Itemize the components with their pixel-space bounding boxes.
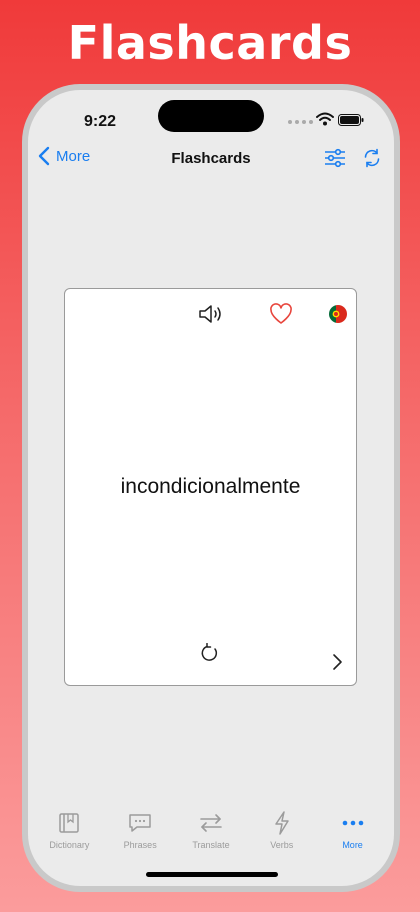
flashcard[interactable]: incondicionalmente <box>64 288 357 686</box>
tab-phrases[interactable]: Phrases <box>107 810 173 870</box>
card-word: incondicionalmente <box>120 475 301 498</box>
more-dots-icon <box>342 820 363 826</box>
tab-label: Translate <box>192 840 230 850</box>
bolt-icon <box>275 811 289 835</box>
tab-dictionary[interactable]: Dictionary <box>36 810 102 870</box>
speaker-icon[interactable] <box>198 303 224 325</box>
app-screen: 9:22 More Flashcards incondicionalmente … <box>28 90 394 886</box>
tab-label: Verbs <box>270 840 294 850</box>
phone-frame: 9:22 More Flashcards incondicionalmente … <box>22 84 400 892</box>
tab-more[interactable]: More <box>320 810 386 870</box>
tab-bar: Dictionary Phrases Translate Verbs More <box>28 810 394 870</box>
cellular-signal-icon <box>288 120 313 124</box>
home-indicator[interactable] <box>146 872 278 877</box>
filter-sliders-icon[interactable] <box>324 148 346 168</box>
status-time: 9:22 <box>84 113 117 130</box>
arrows-swap-icon <box>200 814 222 832</box>
chat-bubble-icon <box>129 814 151 832</box>
promo-title: Flashcards <box>67 16 353 70</box>
tab-label: Phrases <box>123 840 157 850</box>
flip-card-icon[interactable] <box>200 643 220 663</box>
refresh-icon[interactable] <box>362 148 382 168</box>
tab-label: More <box>342 840 363 850</box>
chevron-right-icon[interactable] <box>331 653 343 671</box>
battery-icon <box>338 114 364 126</box>
book-icon <box>59 813 80 833</box>
portugal-flag-icon <box>329 305 347 323</box>
tab-translate[interactable]: Translate <box>178 810 244 870</box>
dynamic-island <box>158 100 264 132</box>
heart-icon[interactable] <box>269 303 293 325</box>
tab-label: Dictionary <box>49 840 90 850</box>
tab-verbs[interactable]: Verbs <box>249 810 315 870</box>
wifi-icon <box>316 112 334 126</box>
